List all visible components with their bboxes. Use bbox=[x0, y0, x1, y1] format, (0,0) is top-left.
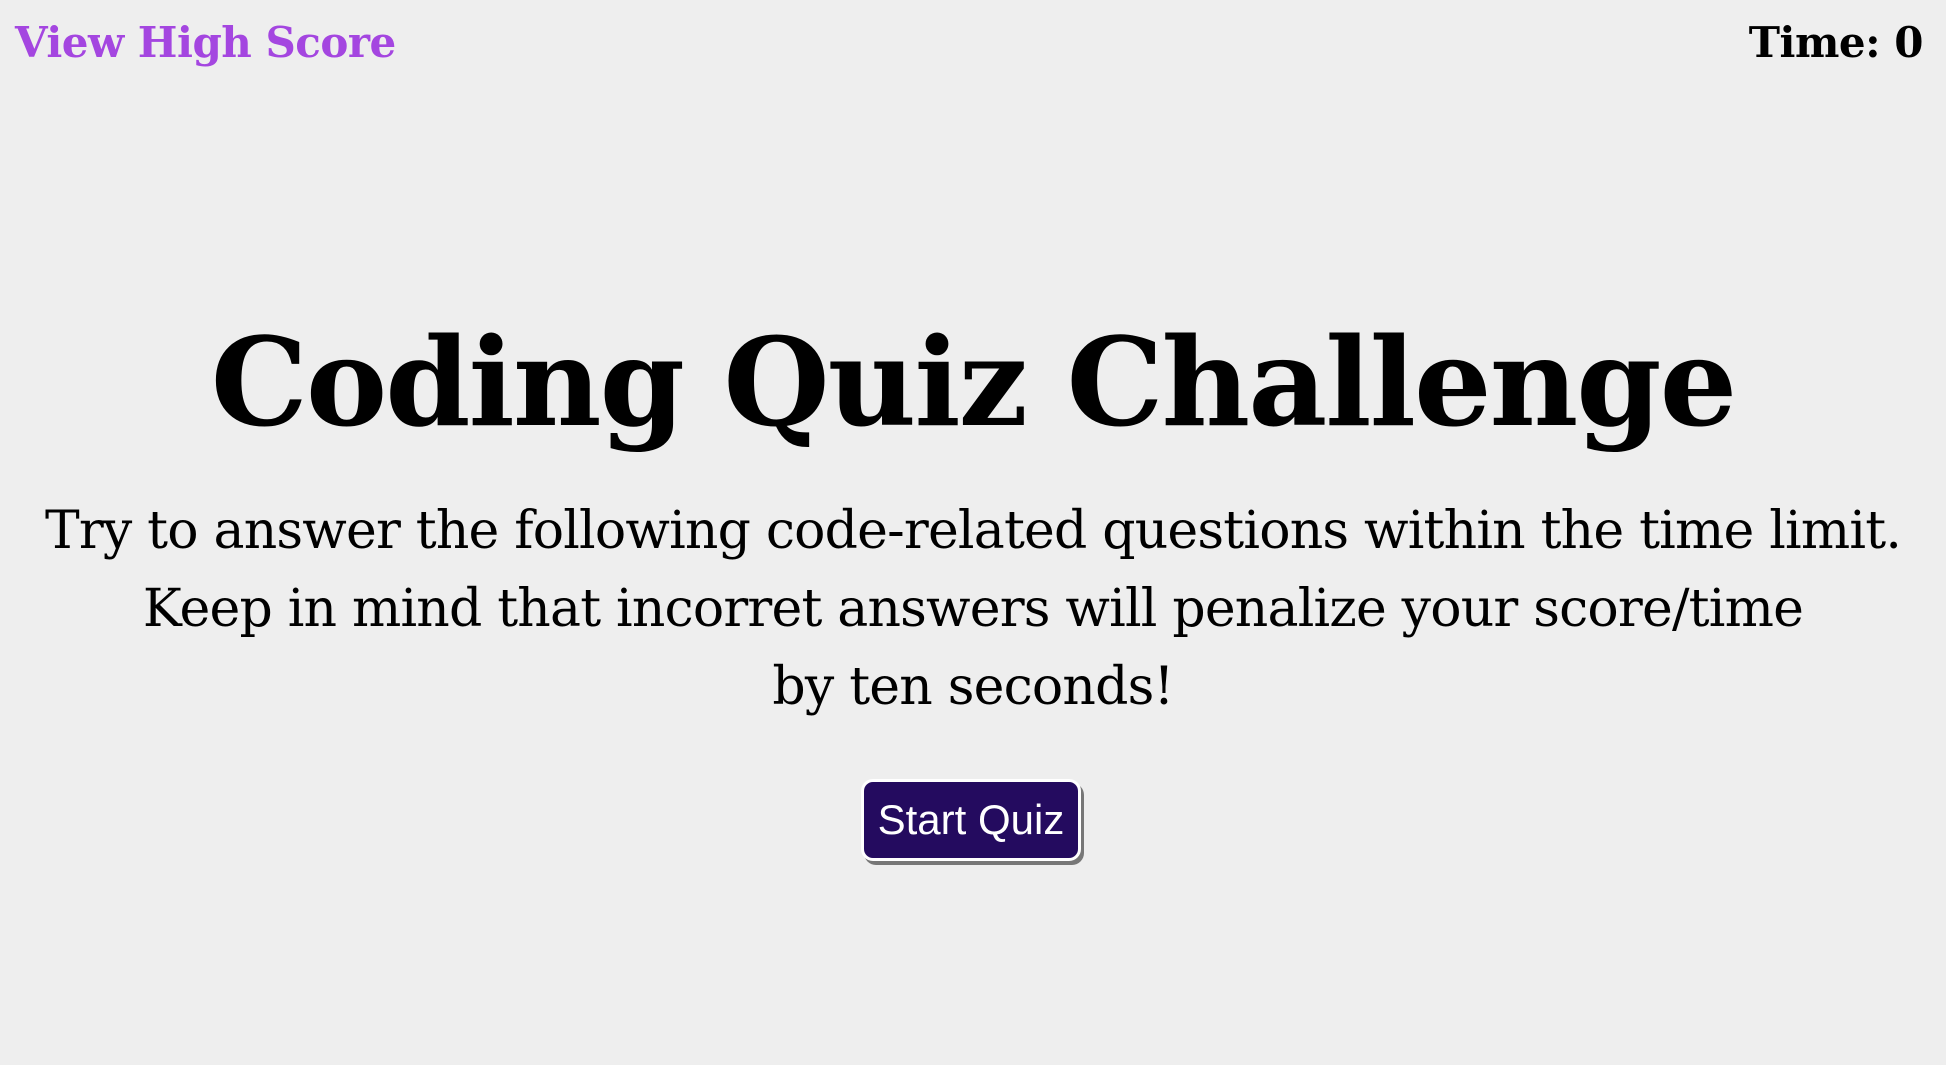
intro-line-1: Try to answer the following code-related… bbox=[44, 501, 1902, 561]
intro-line-2: Keep in mind that incorret answers will … bbox=[142, 579, 1804, 639]
page-title: Coding Quiz Challenge bbox=[210, 310, 1737, 454]
start-quiz-button[interactable]: Start Quiz bbox=[861, 779, 1081, 861]
intro-line-3: by ten seconds! bbox=[772, 657, 1174, 717]
timer-display: Time: 0 bbox=[1748, 18, 1924, 67]
intro-text: Try to answer the following code-related… bbox=[40, 492, 1906, 726]
view-high-score-link[interactable]: View High Score bbox=[15, 18, 396, 67]
